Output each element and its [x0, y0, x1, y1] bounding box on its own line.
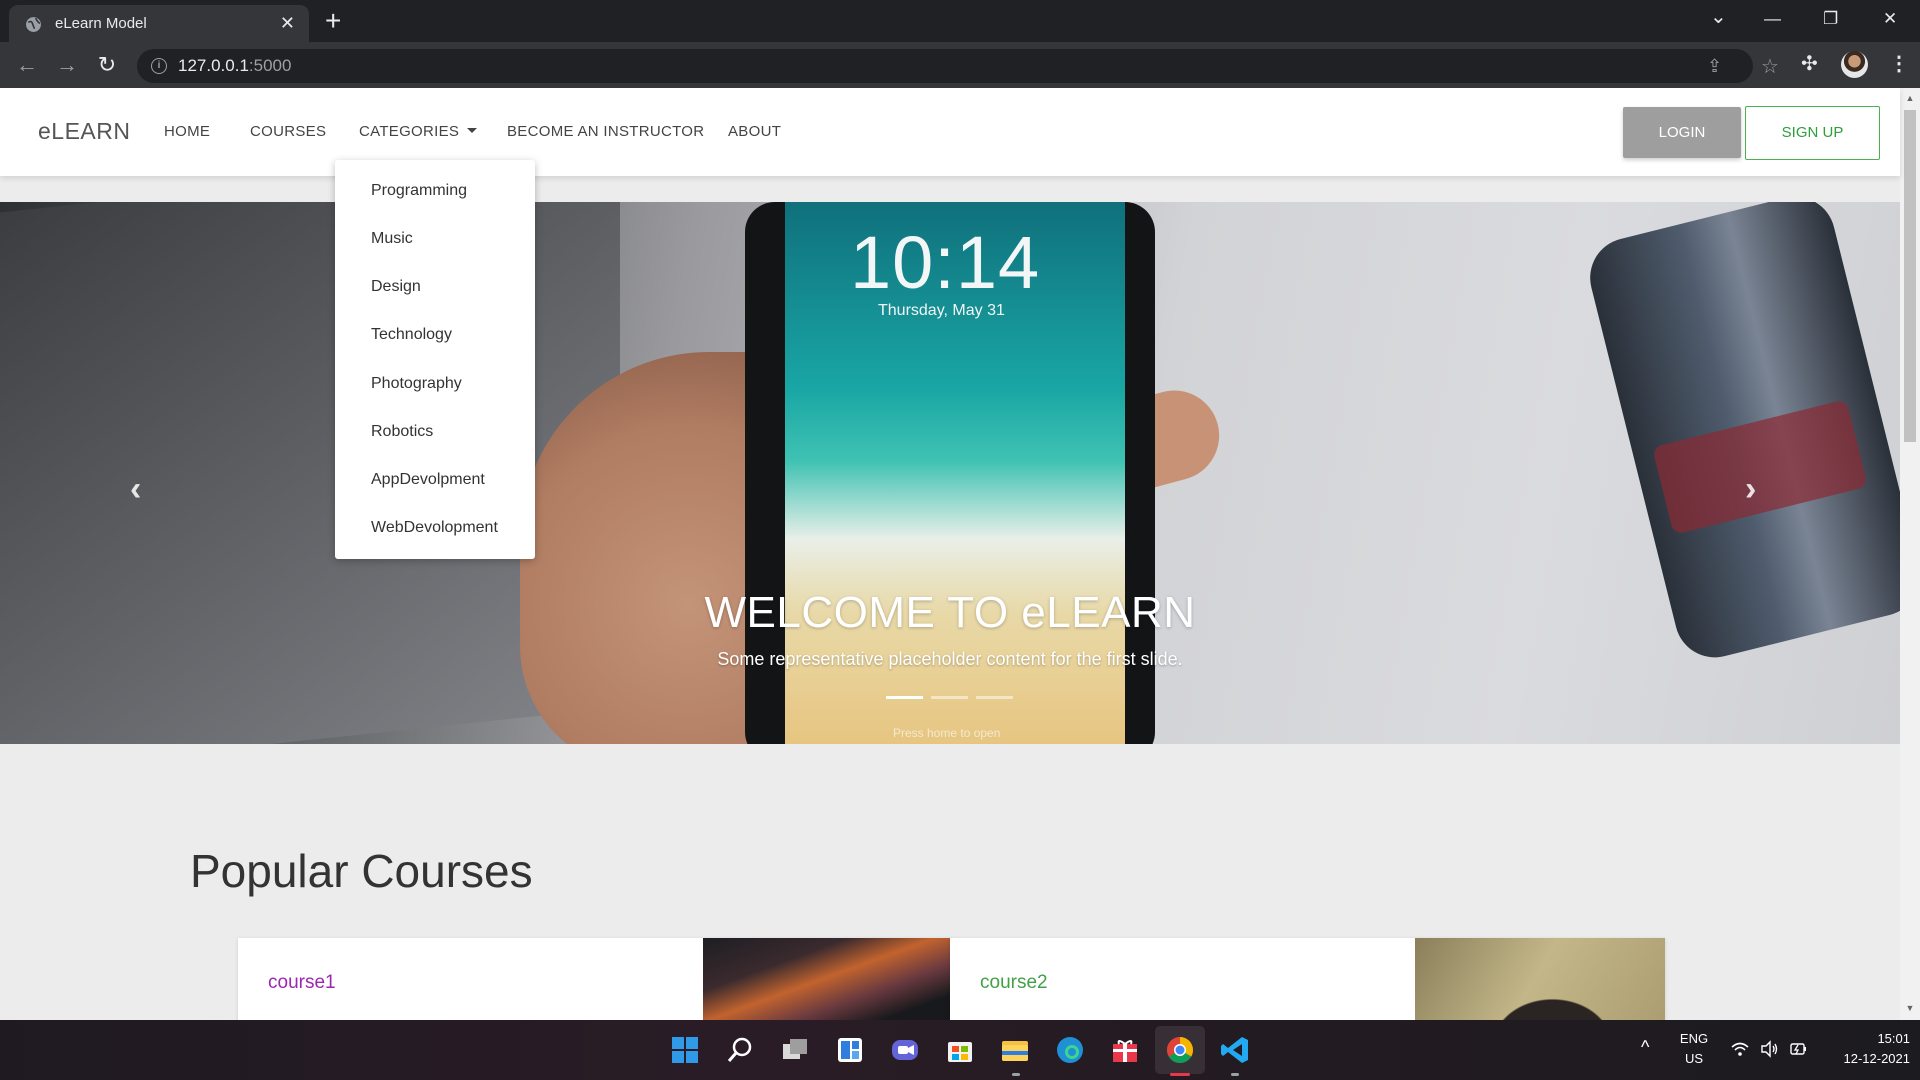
site-info-icon[interactable]: i [151, 58, 167, 74]
carousel-prev-icon[interactable]: ‹ [130, 470, 141, 509]
category-programming[interactable]: Programming [371, 182, 467, 200]
course-thumbnail[interactable] [703, 938, 953, 1020]
carousel-indicator[interactable] [976, 696, 1013, 699]
nav-home[interactable]: HOME [164, 123, 210, 140]
hero-title: WELCOME TO eLEARN [704, 588, 1196, 637]
scroll-up-icon[interactable]: ▲ [1904, 92, 1916, 104]
browser-tab-bar: eLearn Model ✕ + ⌄ — ❐ ✕ [0, 0, 1920, 42]
category-appdevolpment[interactable]: AppDevolpment [371, 471, 485, 489]
restore-button[interactable]: ❐ [1823, 9, 1838, 29]
course-card[interactable]: course2 [950, 938, 1665, 1020]
back-icon[interactable]: ← [13, 51, 41, 79]
running-indicator [1012, 1073, 1020, 1076]
profile-avatar[interactable] [1841, 51, 1868, 78]
signup-button[interactable]: SIGN UP [1745, 106, 1880, 160]
gift-app-icon[interactable] [1108, 1033, 1142, 1067]
nav-categories[interactable]: CATEGORIES [359, 123, 478, 140]
page-viewport: eLEARN HOME COURSES CATEGORIES BECOME AN… [0, 88, 1920, 1020]
globe-icon [26, 17, 41, 32]
tab-close-icon[interactable]: ✕ [280, 14, 295, 32]
address-bar[interactable]: i 127.0.0.1:5000 ⇪ ☆ [137, 49, 1779, 83]
microsoft-store-icon[interactable] [943, 1033, 977, 1067]
category-robotics[interactable]: Robotics [371, 423, 433, 441]
teams-chat-icon[interactable] [888, 1033, 922, 1067]
tab-title: eLearn Model [55, 15, 147, 32]
hero-caption: Some representative placeholder content … [717, 649, 1183, 669]
battery-icon[interactable] [1788, 1039, 1808, 1059]
running-indicator [1170, 1073, 1190, 1076]
login-button[interactable]: LOGIN [1623, 107, 1741, 158]
course-thumbnail[interactable] [1415, 938, 1665, 1020]
windows-start-icon[interactable] [668, 1033, 702, 1067]
edge-icon[interactable] [1053, 1033, 1087, 1067]
widgets-icon[interactable] [833, 1033, 867, 1067]
page-scrollbar[interactable]: ▲ ▼ [1900, 88, 1920, 1020]
carousel-indicator[interactable] [886, 696, 923, 699]
phone-lock-hint: Press home to open [893, 726, 1001, 740]
extensions-puzzle-icon[interactable]: ✣ [1801, 51, 1818, 76]
phone-lock-date: Thursday, May 31 [878, 302, 1005, 319]
nav-become-instructor[interactable]: BECOME AN INSTRUCTOR [507, 123, 704, 140]
keyboard-layout-indicator[interactable]: US [1678, 1051, 1710, 1066]
category-webdevolopment[interactable]: WebDevolopment [371, 519, 498, 537]
chrome-menu-icon[interactable]: ⋮ [1889, 51, 1909, 76]
address-url[interactable]: 127.0.0.1:5000 [178, 56, 291, 76]
wifi-icon[interactable] [1730, 1039, 1750, 1059]
category-technology[interactable]: Technology [371, 326, 452, 344]
course-card[interactable]: course1 [238, 938, 953, 1020]
volume-icon[interactable] [1759, 1039, 1779, 1059]
category-design[interactable]: Design [371, 278, 421, 296]
minimize-button[interactable]: — [1764, 9, 1781, 29]
clock-time[interactable]: 15:01 [1825, 1031, 1910, 1046]
site-navbar: eLEARN HOME COURSES CATEGORIES BECOME AN… [0, 88, 1900, 176]
carousel-indicator[interactable] [931, 696, 968, 699]
bookmark-star-icon[interactable]: ☆ [1761, 54, 1779, 79]
windows-taskbar: ^ ENG US 15:01 12-12-2021 [0, 1020, 1920, 1080]
scroll-down-icon[interactable]: ▼ [1904, 1002, 1916, 1014]
category-photography[interactable]: Photography [371, 375, 462, 393]
nav-about[interactable]: ABOUT [728, 123, 781, 140]
course-title[interactable]: course2 [980, 972, 1048, 994]
browser-toolbar: ← → ↻ i 127.0.0.1:5000 ⇪ ☆ ✣ ⋮ [0, 42, 1920, 88]
categories-dropdown: Programming Music Design Technology Phot… [335, 160, 535, 559]
caret-down-icon [467, 127, 478, 133]
phone-lock-time: 10:14 [850, 221, 1041, 304]
tab-search-icon[interactable]: ⌄ [1710, 4, 1727, 29]
popular-courses-title: Popular Courses [190, 845, 533, 897]
clock-date[interactable]: 12-12-2021 [1825, 1051, 1911, 1066]
file-explorer-icon[interactable] [998, 1033, 1032, 1067]
carousel-next-icon[interactable]: › [1745, 470, 1756, 509]
task-view-icon[interactable] [778, 1033, 812, 1067]
share-icon[interactable]: ⇪ [1707, 56, 1722, 77]
site-brand[interactable]: eLEARN [38, 118, 130, 145]
scroll-thumb[interactable] [1904, 110, 1916, 442]
vscode-icon[interactable] [1218, 1033, 1252, 1067]
hero-carousel: 10:14 Thursday, May 31 Press home to ope… [0, 202, 1900, 744]
course-title[interactable]: course1 [268, 972, 336, 994]
running-indicator [1231, 1073, 1239, 1076]
search-icon[interactable] [723, 1033, 757, 1067]
forward-icon[interactable]: → [53, 51, 81, 79]
language-indicator[interactable]: ENG [1678, 1031, 1710, 1046]
nav-courses[interactable]: COURSES [250, 123, 326, 140]
browser-tab[interactable]: eLearn Model ✕ [9, 5, 309, 42]
chrome-icon[interactable] [1163, 1033, 1197, 1067]
reload-icon[interactable]: ↻ [93, 51, 121, 79]
category-music[interactable]: Music [371, 230, 413, 248]
new-tab-button[interactable]: + [325, 6, 341, 36]
show-hidden-icons-chevron-icon[interactable]: ^ [1641, 1037, 1649, 1058]
close-window-button[interactable]: ✕ [1883, 9, 1897, 29]
